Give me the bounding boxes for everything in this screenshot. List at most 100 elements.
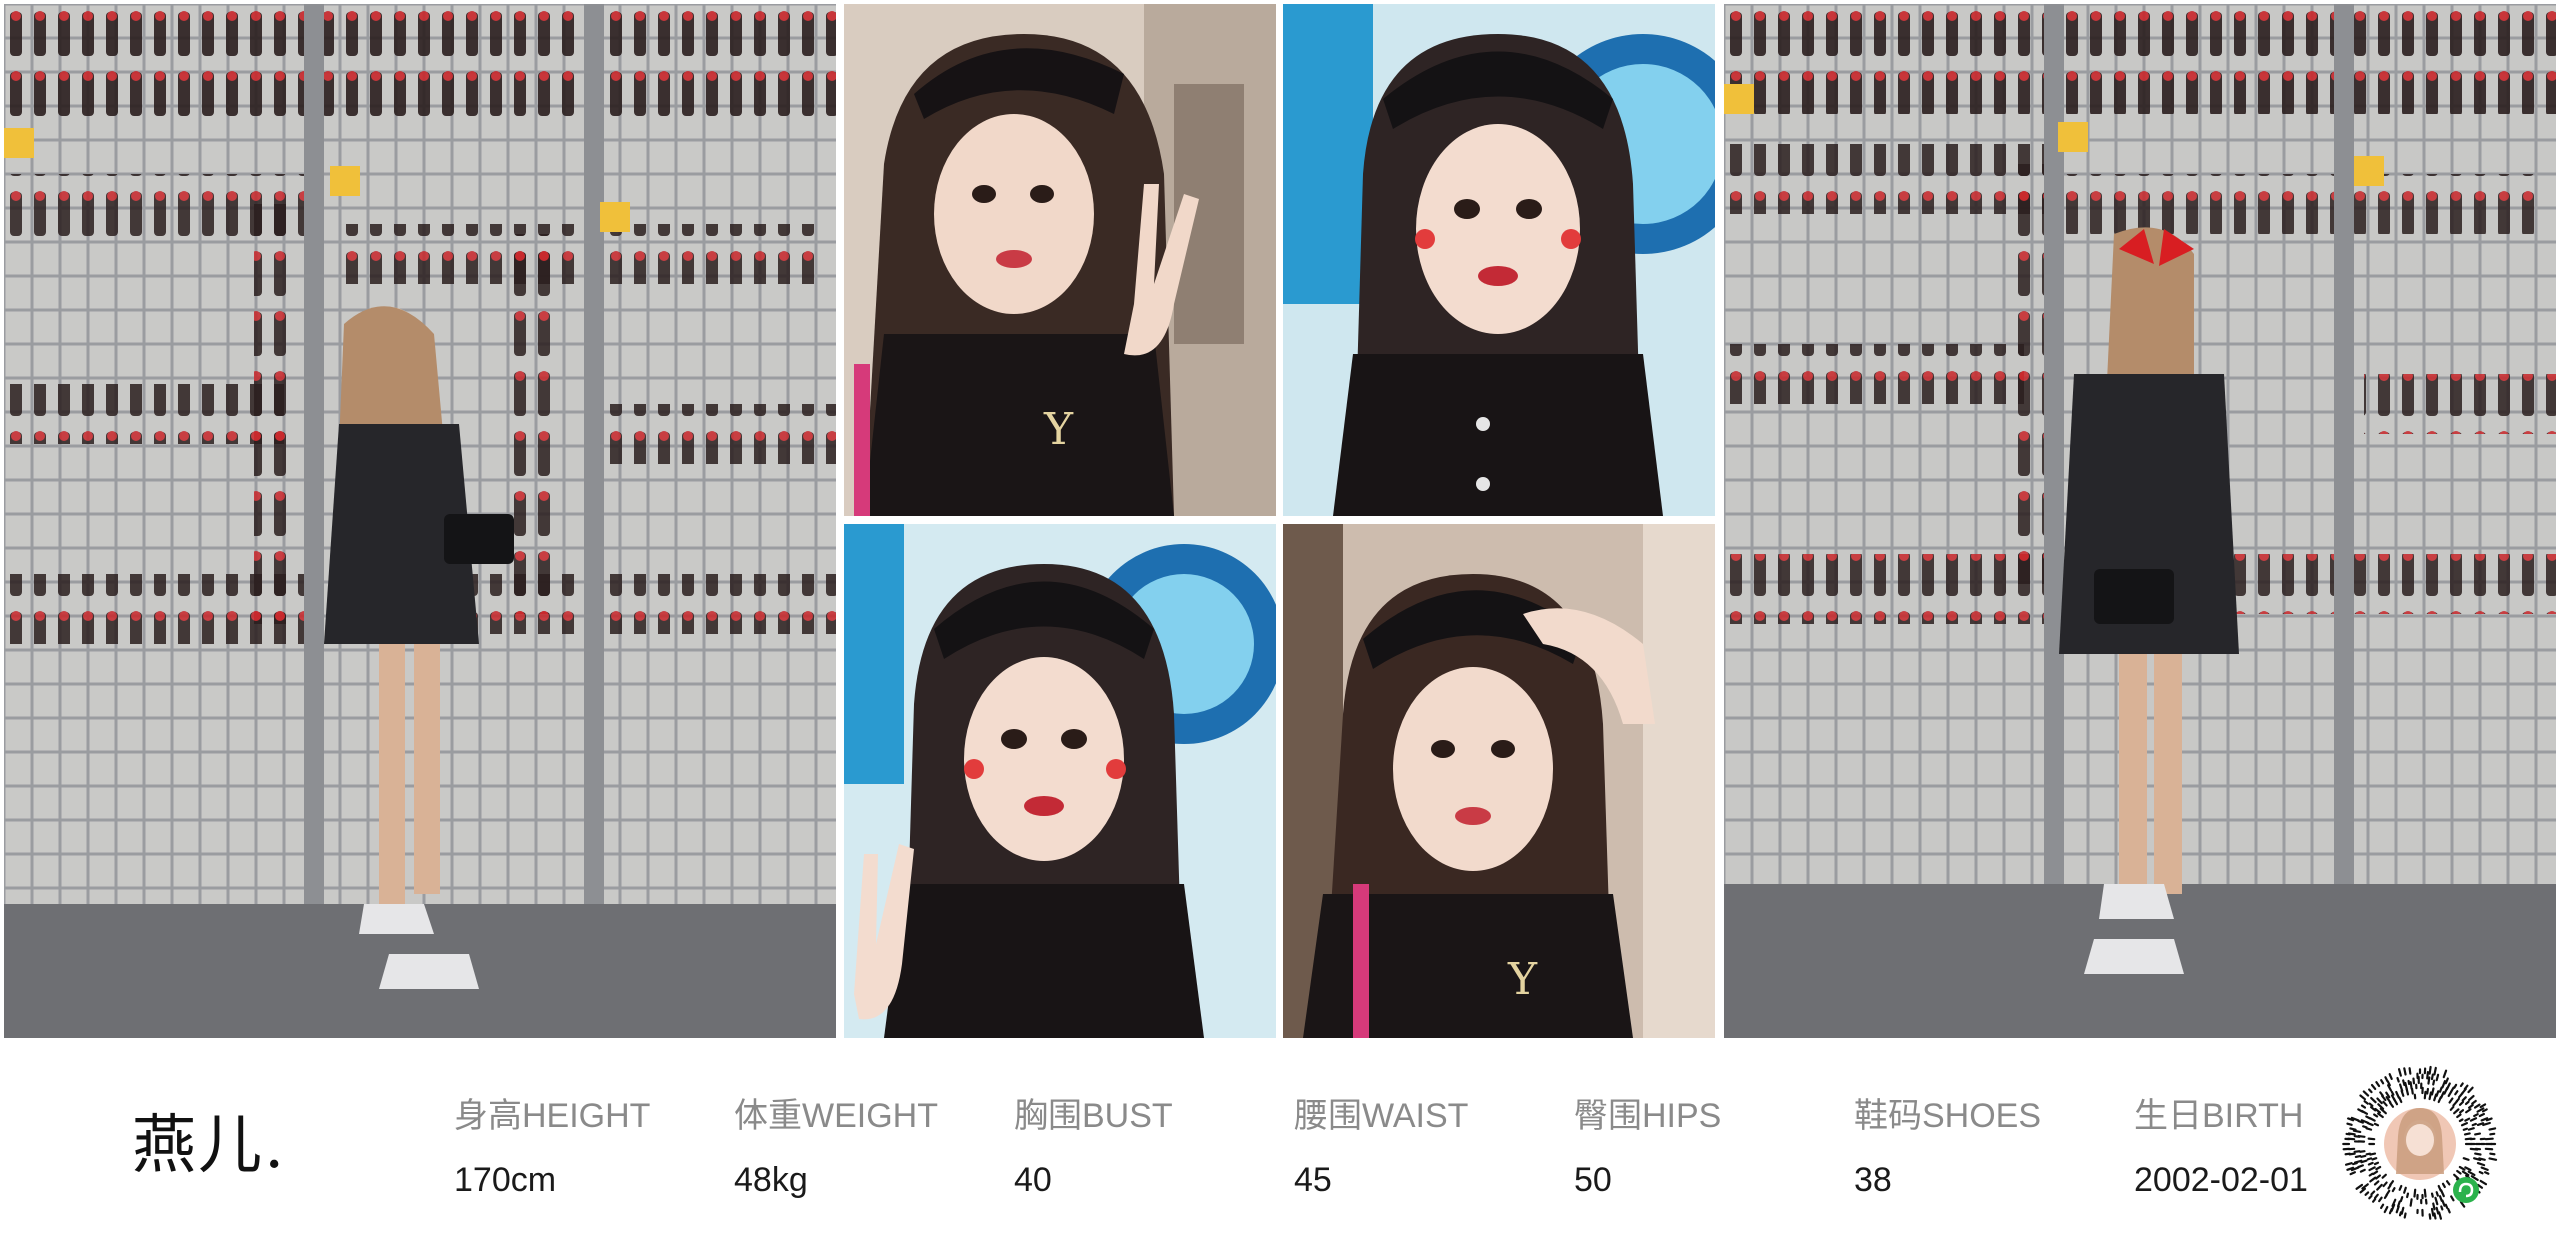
qr-dot — [2489, 1152, 2496, 1156]
stat-birth-value: 2002-02-01 — [2134, 1161, 2308, 1199]
qr-dot — [2430, 1192, 2434, 1198]
qr-dot — [2366, 1157, 2373, 1161]
qr-dot — [2458, 1118, 2464, 1123]
qr-dot — [2453, 1083, 2458, 1089]
qr-dot — [2413, 1188, 2417, 1198]
qr-dot — [2409, 1198, 2413, 1207]
qr-dot — [2403, 1067, 2407, 1076]
qr-dot — [2485, 1117, 2493, 1122]
qr-dot — [2484, 1171, 2490, 1175]
qr-dot — [2467, 1127, 2475, 1131]
photo-selfie-blue-1 — [1283, 4, 1715, 516]
qr-dot — [2432, 1202, 2436, 1211]
qr-dot — [2409, 1081, 2413, 1090]
photo-selfie-blue-1-image — [1283, 4, 1715, 516]
qr-dot — [2428, 1065, 2432, 1075]
qr-dot — [2352, 1161, 2358, 1166]
qr-dot — [2478, 1170, 2484, 1175]
qr-dot — [2403, 1186, 2407, 1194]
qr-dot — [2435, 1191, 2439, 1197]
stat-birth-label: 生日BIRTH — [2134, 1097, 2304, 1135]
stat-weight-label: 体重WEIGHT — [734, 1097, 938, 1135]
stat-hips-value: 50 — [1574, 1161, 1612, 1199]
photo-full-body-back-image — [1724, 4, 2556, 1038]
qr-dot — [2430, 1207, 2435, 1217]
qr-dot — [2488, 1157, 2498, 1161]
stat-hips: 臀围HIPS 50 — [1574, 1088, 1721, 1200]
qr-dot — [2423, 1090, 2427, 1100]
qr-dot — [2353, 1135, 2361, 1138]
qr-dot — [2474, 1152, 2482, 1156]
stat-waist-value: 45 — [1294, 1161, 1332, 1199]
qr-dot — [2373, 1122, 2380, 1127]
qr-dot — [2463, 1132, 2471, 1136]
photo-full-body-front-image — [4, 4, 836, 1038]
stat-birth: 生日BIRTH 2002-02-01 — [2134, 1088, 2308, 1200]
qr-dot — [2371, 1157, 2378, 1161]
photo-selfie-hand-on-head-image: Y — [1283, 524, 1715, 1038]
qr-dot — [2365, 1127, 2373, 1131]
qr-dot — [2360, 1154, 2367, 1158]
qr-dot — [2433, 1212, 2437, 1220]
svg-text:Y: Y — [1507, 954, 1538, 1005]
qr-dot — [2430, 1073, 2434, 1081]
qr-dot — [2349, 1127, 2357, 1131]
qr-dot — [2435, 1073, 2440, 1082]
qr-dot — [2346, 1122, 2353, 1126]
qr-dot — [2399, 1196, 2404, 1203]
model-name: 燕儿. — [132, 1109, 287, 1183]
qr-dot — [2432, 1079, 2436, 1086]
qr-dot — [2354, 1154, 2362, 1159]
svg-text:Y: Y — [1043, 404, 1074, 455]
stat-hips-label: 臀围HIPS — [1574, 1097, 1722, 1135]
stat-bust-value: 40 — [1014, 1161, 1052, 1199]
stat-height: 身高HEIGHT 170cm — [454, 1088, 650, 1200]
stat-bust: 胸围BUST 40 — [1014, 1088, 1173, 1200]
qr-dot — [2344, 1152, 2351, 1156]
qr-dot — [2368, 1172, 2374, 1177]
qr-dot — [2344, 1162, 2353, 1166]
qr-dot — [2462, 1127, 2469, 1131]
stat-shoes: 鞋码SHOES 38 — [1854, 1088, 2041, 1200]
qr-dot — [2367, 1161, 2374, 1166]
qr-dot — [2440, 1205, 2444, 1211]
qr-dot — [2462, 1157, 2470, 1161]
qr-dot — [2404, 1081, 2408, 1091]
qr-dot — [2474, 1132, 2482, 1136]
qr-dot — [2398, 1211, 2402, 1217]
qr-dot — [2400, 1206, 2405, 1215]
qr-dot — [2471, 1122, 2477, 1127]
photo-full-body-front — [4, 4, 836, 1038]
qr-code-graphic — [2342, 1065, 2498, 1222]
qr-dot — [2427, 1076, 2431, 1085]
qr-dot — [2435, 1090, 2440, 1097]
stat-height-label: 身高HEIGHT — [454, 1097, 651, 1135]
photo-selfie-peace-1-image: Y — [844, 4, 1276, 516]
qr-dot — [2352, 1129, 2362, 1134]
qr-dot — [2353, 1150, 2361, 1153]
qr-dot — [2428, 1091, 2433, 1101]
stat-height-value: 170cm — [454, 1161, 557, 1199]
qr-dot — [2365, 1152, 2372, 1156]
qr-dot — [2408, 1067, 2412, 1075]
qr-dot — [2426, 1087, 2430, 1095]
qr-dot — [2362, 1125, 2368, 1129]
qr-dot — [2447, 1208, 2451, 1214]
qr-dot — [2396, 1076, 2400, 1083]
qr-dot — [2398, 1184, 2403, 1191]
qr-dot — [2478, 1157, 2486, 1161]
qr-dot — [2407, 1079, 2411, 1086]
qr-dot — [2373, 1161, 2380, 1166]
qr-dot — [2444, 1203, 2449, 1209]
qr-dot — [2391, 1187, 2396, 1193]
stat-weight: 体重WEIGHT 48kg — [734, 1088, 938, 1200]
stat-shoes-label: 鞋码SHOES — [1854, 1097, 2042, 1135]
qr-code-icon[interactable] — [2340, 1064, 2500, 1224]
photo-selfie-peace-1: Y — [844, 4, 1276, 516]
qr-dot — [2426, 1070, 2430, 1080]
qr-dot — [2406, 1192, 2410, 1199]
qr-dot — [2428, 1213, 2432, 1220]
qr-dot — [2383, 1194, 2388, 1200]
stat-waist: 腰围WAIST 45 — [1294, 1088, 1468, 1200]
stat-shoes-value: 38 — [1854, 1161, 1892, 1199]
